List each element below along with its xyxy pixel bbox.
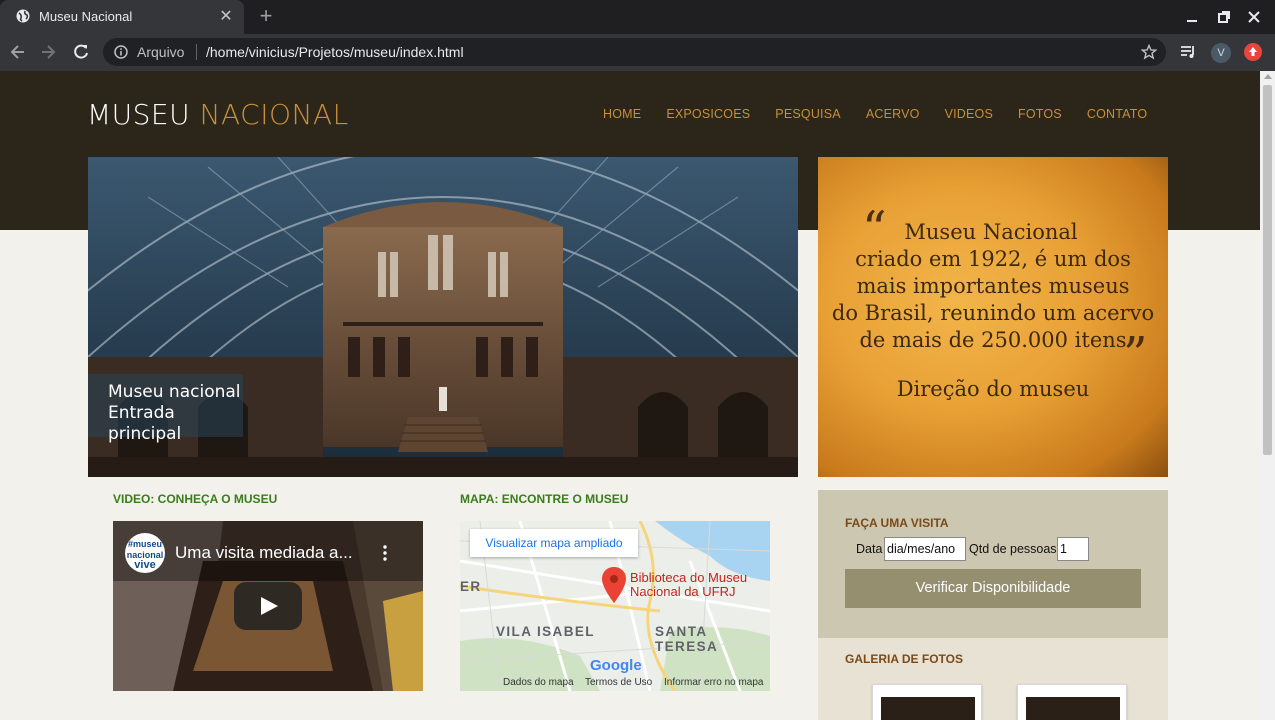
map-data-link[interactable]: Dados do mapa <box>503 677 574 688</box>
media-control-icon[interactable] <box>1178 42 1198 62</box>
page-scrollbar[interactable] <box>1260 71 1275 720</box>
gallery-photo-image <box>881 697 975 720</box>
map-pin-icon[interactable] <box>602 567 626 603</box>
date-input[interactable] <box>884 537 966 561</box>
forward-icon[interactable] <box>38 42 58 62</box>
quote-line-5: de mais de 250.000 itens <box>859 328 1127 352</box>
reload-icon[interactable] <box>71 42 91 62</box>
people-input[interactable] <box>1057 537 1089 561</box>
nav-exposicoes[interactable]: EXPOSICOES <box>666 107 750 121</box>
back-icon[interactable] <box>8 42 28 62</box>
nav-fotos[interactable]: FOTOS <box>1018 107 1062 121</box>
nav-videos[interactable]: VIDEOS <box>945 107 993 121</box>
enlarge-map-link[interactable]: Visualizar mapa ampliado <box>470 529 638 557</box>
people-label: Qtd de pessoas <box>969 542 1057 556</box>
url-scheme: Arquivo <box>137 44 185 60</box>
gallery-photo-image <box>1026 697 1120 720</box>
visit-booking-panel: FAÇA UMA VISITA Data Qtd de pessoas Veri… <box>818 490 1168 638</box>
map-pin-label-line1: Biblioteca do Museu <box>630 570 748 585</box>
photo-gallery: GALERIA DE FOTOS <box>818 638 1168 720</box>
logo-museu: MUSEU <box>87 98 191 131</box>
play-icon[interactable] <box>234 582 302 630</box>
quote-line-4: do Brasil, reunindo um acervo <box>831 301 1155 325</box>
browser-tab[interactable]: Museu Nacional ✕ <box>0 0 244 34</box>
url-divider <box>196 44 197 60</box>
hero-caption-line2: Entrada principal <box>108 403 182 444</box>
hero-caption: Museu nacional Entrada principal <box>88 374 243 444</box>
map-terms-link[interactable]: Termos de Uso <box>585 677 652 688</box>
date-label: Data <box>856 542 883 556</box>
info-icon[interactable] <box>114 45 128 59</box>
nav-contato[interactable]: CONTATO <box>1087 107 1147 121</box>
channel-logo[interactable]: #museu nacional vive <box>125 533 165 573</box>
nav-pesquisa[interactable]: PESQUISA <box>775 107 841 121</box>
quote-line-2: criado em 1922, é um dos <box>855 247 1131 271</box>
quote-line-3: mais importantes museus <box>856 274 1130 298</box>
gallery-photo[interactable] <box>1017 684 1127 720</box>
video-section-title: VIDEO: CONHEÇA O MUSEU <box>113 492 278 506</box>
profile-avatar[interactable]: V <box>1211 43 1231 63</box>
main-nav: HOME EXPOSICOES PESQUISA ACERVO VIDEOS F… <box>603 107 1172 121</box>
map-area-label-vila-isabel: VILA ISABEL <box>496 624 595 639</box>
booking-title: FAÇA UMA VISITA <box>845 516 949 530</box>
page-viewport: MUSEU NACIONAL HOME EXPOSICOES PESQUISA … <box>0 71 1260 720</box>
quote-line-1: Museu Nacional <box>904 220 1078 244</box>
update-icon[interactable] <box>1244 43 1262 61</box>
nav-acervo[interactable]: ACERVO <box>866 107 920 121</box>
new-tab-button[interactable]: + <box>255 5 277 27</box>
quote-panel: “ Museu Nacional criado em 1922, é um do… <box>818 157 1168 477</box>
browser-tab-bar: Museu Nacional ✕ + <box>0 0 1275 34</box>
scroll-up-arrow-icon[interactable] <box>1264 74 1272 79</box>
hero-caption-line1: Museu nacional <box>108 382 241 402</box>
globe-icon <box>16 9 30 23</box>
video-embed[interactable]: #museu nacional vive Uma visita mediada … <box>113 521 423 691</box>
check-availability-button[interactable]: Verificar Disponibilidade <box>845 569 1141 608</box>
nav-home[interactable]: HOME <box>603 107 641 121</box>
tab-close-icon[interactable]: ✕ <box>217 8 235 26</box>
logo-nacional: NACIONAL <box>199 98 349 131</box>
scroll-thumb[interactable] <box>1263 85 1272 455</box>
gallery-photo[interactable] <box>872 684 982 720</box>
video-title[interactable]: Uma visita mediada a... <box>175 543 353 563</box>
tab-title: Museu Nacional <box>39 9 133 24</box>
browser-toolbar: Arquivo /home/vinicius/Projetos/museu/in… <box>0 34 1275 71</box>
map-area-label-santa-teresa: SANTA TERESA <box>655 624 719 654</box>
bookmark-star-icon[interactable] <box>1141 44 1157 60</box>
map-section-title: MAPA: ENCONTRE O MUSEU <box>460 492 629 506</box>
quote-author: Direção do museu <box>896 377 1090 401</box>
restore-icon[interactable] <box>1215 8 1233 26</box>
map-embed[interactable]: Visualizar mapa ampliado Biblioteca do M… <box>460 521 770 691</box>
address-bar[interactable]: Arquivo /home/vinicius/Projetos/museu/in… <box>103 38 1166 66</box>
channel-logo-line1: #museu <box>127 539 162 549</box>
gallery-title: GALERIA DE FOTOS <box>845 652 964 666</box>
map-area-label-er: ER <box>460 579 482 594</box>
site-logo[interactable]: MUSEU NACIONAL <box>87 98 349 131</box>
map-pin-label: Biblioteca do Museu Nacional da UFRJ <box>630 571 747 599</box>
close-window-icon[interactable] <box>1245 8 1263 26</box>
google-logo: Google <box>590 657 642 674</box>
hero-image: Museu nacional Entrada principal <box>88 157 798 477</box>
minimize-icon[interactable] <box>1183 8 1201 26</box>
quote-close-mark: ” <box>1123 327 1148 383</box>
channel-logo-line3: vive <box>134 559 156 571</box>
google-logo-text: Google <box>590 657 642 674</box>
map-report-link[interactable]: Informar erro no mapa <box>664 677 764 688</box>
url-text[interactable]: /home/vinicius/Projetos/museu/index.html <box>206 44 464 60</box>
more-vert-icon[interactable] <box>383 545 387 561</box>
map-footer: Dados do mapa Termos de Uso Informar err… <box>460 674 770 691</box>
map-pin-label-line2: Nacional da UFRJ <box>630 584 736 599</box>
